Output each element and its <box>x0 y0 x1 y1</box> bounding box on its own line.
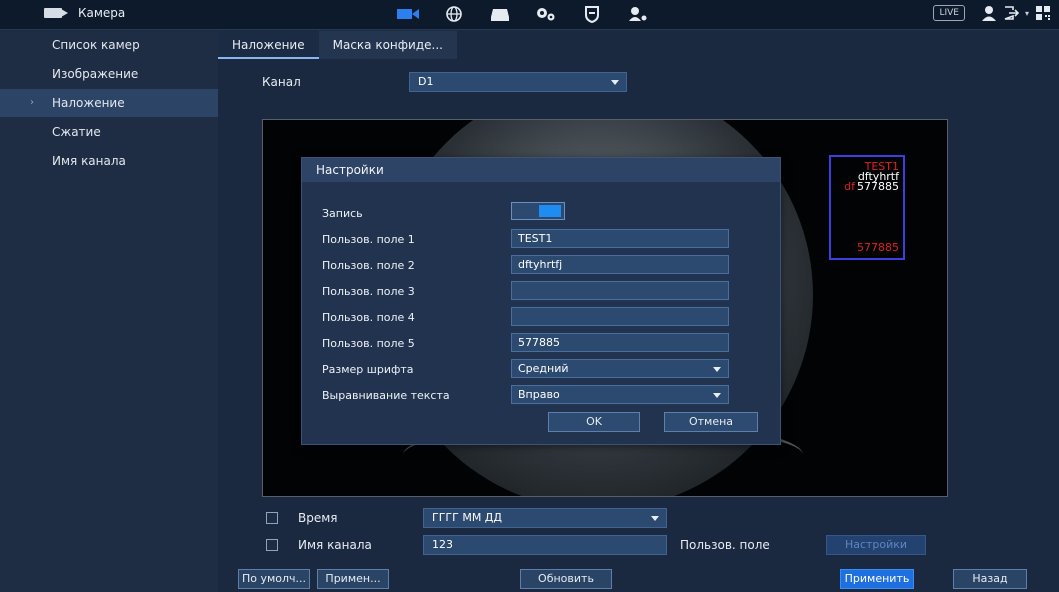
main-panel: Наложение Маска конфиде... Канал D1 TEST… <box>218 31 1059 592</box>
overlay-partial: df <box>844 180 855 193</box>
page-title: Камера <box>78 6 126 20</box>
network-icon[interactable] <box>441 4 467 24</box>
custom-field-1-label: Пользов. поле 1 <box>322 233 415 246</box>
custom-field-3-input[interactable] <box>511 281 729 300</box>
storage-icon[interactable] <box>487 4 513 24</box>
time-checkbox[interactable] <box>266 512 278 524</box>
user-icon[interactable] <box>981 5 997 21</box>
back-button[interactable]: Назад <box>953 569 1027 589</box>
top-right-tools: LIVE ▾ <box>933 5 1051 21</box>
qr-code-icon[interactable] <box>1035 5 1051 21</box>
time-format-select[interactable]: ГГГГ ММ ДД <box>423 508 667 528</box>
chevron-down-icon <box>713 393 721 398</box>
custom-field-3-label: Пользов. поле 3 <box>322 285 415 298</box>
channel-name-input[interactable]: 123 <box>423 535 667 555</box>
time-label: Время <box>298 511 338 525</box>
font-size-select[interactable]: Средний <box>511 359 729 378</box>
camera-icon[interactable] <box>395 4 421 24</box>
sidebar-item-channel-name[interactable]: Имя канала <box>0 147 218 175</box>
custom-field-2-input[interactable]: dftyhrtfj <box>511 255 729 274</box>
custom-field-5-input[interactable]: 577885 <box>511 333 729 352</box>
overlay-bottom-value: 577885 <box>857 241 899 254</box>
sidebar: Список камер Изображение › Наложение Сжат… <box>0 31 218 592</box>
channel-label: Канал <box>262 75 301 89</box>
record-label: Запись <box>322 207 363 220</box>
logout-icon[interactable] <box>1003 5 1019 21</box>
tab-overlay[interactable]: Наложение <box>218 31 319 59</box>
main-nav <box>395 4 651 24</box>
custom-field-1-input[interactable]: TEST1 <box>511 229 729 248</box>
overlay-settings-button[interactable]: Настройки <box>826 535 926 555</box>
sidebar-item-overlay[interactable]: › Наложение <box>0 89 218 117</box>
account-icon[interactable] <box>625 4 651 24</box>
channel-select[interactable]: D1 <box>409 72 627 92</box>
custom-field-4-input[interactable] <box>511 307 729 326</box>
chevron-down-icon[interactable]: ▾ <box>1025 9 1029 18</box>
text-align-select[interactable]: Вправо <box>511 385 729 404</box>
tab-bar: Наложение Маска конфиде... <box>218 31 457 59</box>
text-align-label: Выравнивание текста <box>322 389 450 402</box>
custom-field-4-label: Пользов. поле 4 <box>322 311 415 324</box>
overlay-line-3: 577885 <box>857 180 899 193</box>
tab-privacy-mask[interactable]: Маска конфиде... <box>318 31 457 59</box>
custom-field-label: Пользов. поле <box>680 538 770 552</box>
video-preview[interactable]: TEST1 dftyhrtf 577885 df 577885 Настройк… <box>262 119 948 497</box>
chevron-right-icon: › <box>30 97 34 108</box>
chevron-down-icon <box>713 367 721 372</box>
security-icon[interactable] <box>579 4 605 24</box>
default-button[interactable]: По умолч... <box>238 569 310 589</box>
camera-small-icon <box>44 8 68 18</box>
apply-to-button[interactable]: Примен... <box>317 569 389 589</box>
overlay-text-region[interactable]: TEST1 dftyhrtf 577885 df 577885 <box>829 155 905 260</box>
custom-field-5-label: Пользов. поле 5 <box>322 337 415 350</box>
record-toggle[interactable] <box>511 202 565 220</box>
chevron-down-icon <box>651 516 659 521</box>
sidebar-item-image[interactable]: Изображение <box>0 60 218 88</box>
settings-dialog: Настройки Запись Пользов. поле 1 TEST1 П… <box>301 157 781 445</box>
refresh-button[interactable]: Обновить <box>520 569 612 589</box>
custom-field-2-label: Пользов. поле 2 <box>322 259 415 272</box>
dialog-cancel-button[interactable]: Отмена <box>664 412 758 432</box>
sidebar-item-encode[interactable]: Сжатие <box>0 118 218 146</box>
app-title: Камера <box>44 6 125 20</box>
sidebar-item-camera-list[interactable]: Список камер <box>0 31 218 59</box>
toggle-knob <box>539 205 561 217</box>
chevron-down-icon <box>611 80 619 85</box>
live-button[interactable]: LIVE <box>933 5 965 21</box>
dialog-title: Настройки <box>302 158 780 182</box>
font-size-label: Размер шрифта <box>322 363 414 376</box>
channel-name-checkbox[interactable] <box>266 539 278 551</box>
settings-icon[interactable] <box>533 4 559 24</box>
dialog-ok-button[interactable]: OK <box>548 412 640 432</box>
channel-name-label: Имя канала <box>298 538 372 552</box>
apply-button[interactable]: Применить <box>840 569 914 589</box>
top-bar: Камера LIVE ▾ <box>0 0 1059 30</box>
